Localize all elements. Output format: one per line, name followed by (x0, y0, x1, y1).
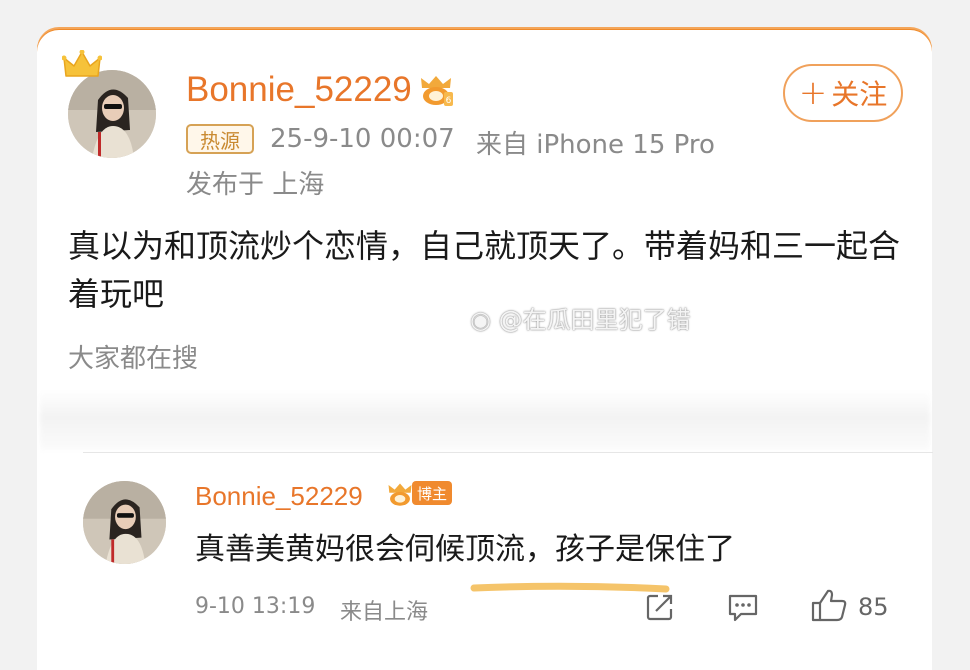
vip-badge-icon: 6 (421, 76, 453, 106)
follow-button[interactable]: + 关注 (783, 64, 903, 122)
plus-icon: + (798, 73, 828, 113)
post-username[interactable]: Bonnie_52229 (186, 70, 412, 110)
post-datetime: 25-9-10 00:07 (270, 124, 455, 154)
reply-username[interactable]: Bonnie_52229 (195, 481, 363, 512)
post-location: 发布于 上海 (186, 170, 325, 200)
follow-label: 关注 (831, 78, 888, 111)
reply-datetime: 9-10 13:19 (195, 594, 316, 619)
crown-icon (62, 50, 102, 77)
reply-content: 真善美黄妈很会伺候顶流，孩子是保住了 (195, 532, 735, 567)
divider (83, 452, 933, 453)
reply-avatar[interactable] (83, 481, 166, 564)
post-avatar[interactable] (68, 70, 156, 158)
hot-tag: 热源 (186, 124, 254, 154)
reply-source: 来自上海 (340, 600, 429, 625)
watermark: ◉ @在瓜田里犯了错 (470, 300, 691, 335)
comment-icon[interactable] (727, 593, 759, 623)
vip-badge-icon (388, 483, 412, 506)
blogger-tag: 博主 (412, 481, 452, 505)
post-source: 来自 iPhone 15 Pro (476, 130, 715, 160)
like-count: 85 (858, 593, 889, 621)
highlight-underline (470, 582, 670, 593)
blurred-row (40, 390, 930, 450)
svg-text:6: 6 (446, 96, 452, 106)
like-icon[interactable] (810, 588, 848, 622)
search-hint[interactable]: 大家都在搜 (68, 338, 198, 375)
watermark-text: @在瓜田里犯了错 (498, 306, 691, 334)
weibo-icon: ◉ (470, 306, 491, 334)
share-icon[interactable] (645, 592, 675, 622)
